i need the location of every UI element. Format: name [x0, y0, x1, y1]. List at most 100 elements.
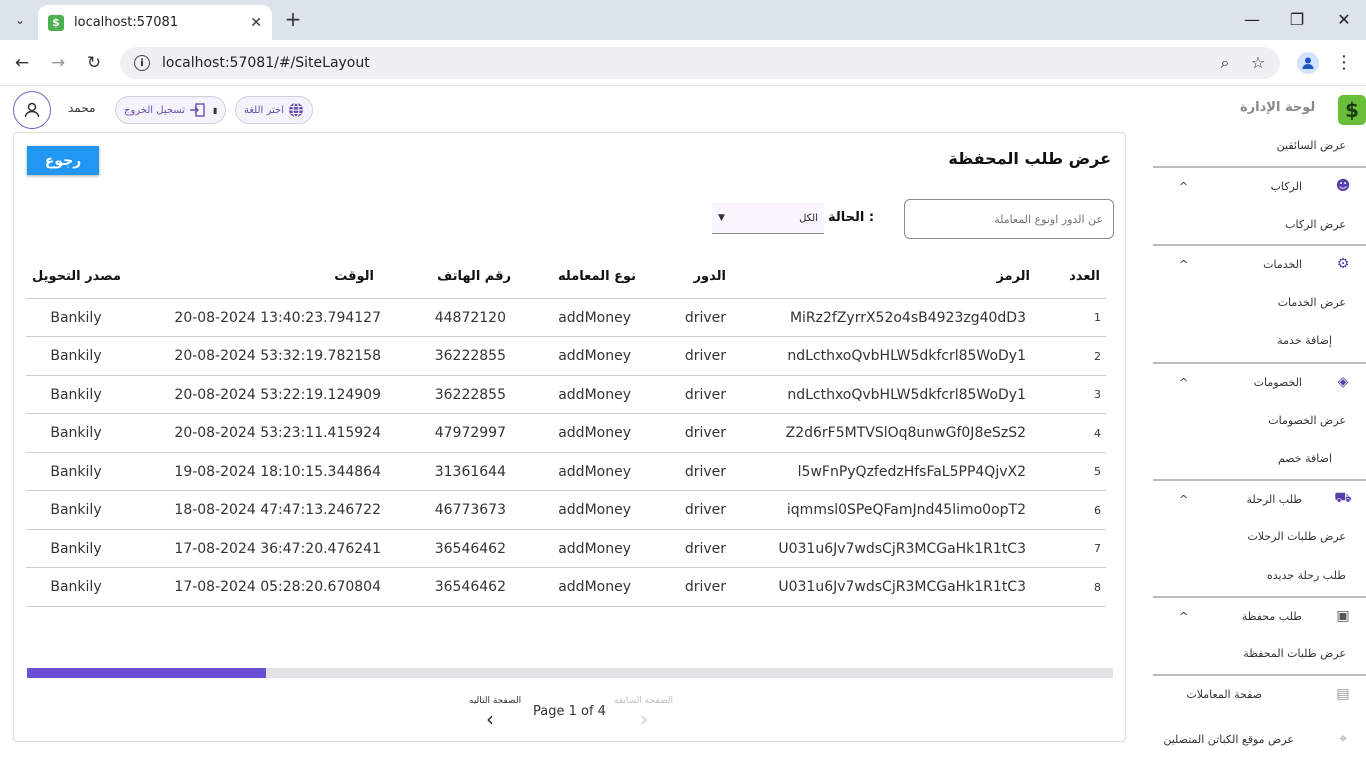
page-indicator: Page 1 of 4 [533, 704, 606, 719]
sidebar-group-discounts[interactable]: ◈ الخصومات ^ [1153, 362, 1366, 400]
col-role[interactable]: الدور [656, 255, 726, 298]
sidebar: عرض السائقين ☻ الركاب ^ عرض الركاب ⚙ الخ… [1153, 132, 1366, 768]
table-row[interactable]: Bankily 17-08-2024 05:28:20.670804 3654646… [26, 569, 1106, 607]
sidebar-group-riders[interactable]: ☻ الركاب ^ [1153, 166, 1366, 204]
brand-title: لوحة الإدارة [1240, 100, 1316, 115]
back-arrow-icon[interactable]: ← [10, 51, 34, 75]
cell-phone: 47972997 [434, 425, 506, 441]
minimize-icon[interactable]: — [1240, 8, 1264, 32]
sidebar-item-trips-view[interactable]: عرض طلبات الرحلات [1153, 530, 1366, 543]
tab-search-chevron-icon[interactable]: ⌄ [8, 8, 32, 32]
sidebar-item-discounts-view[interactable]: عرض الخصومات [1153, 414, 1366, 427]
search-input[interactable] [904, 199, 1114, 239]
logout-indicator-icon: ▮ [213, 105, 218, 115]
cell-time: 20-08-2024 53:22:19.124909 [174, 386, 381, 403]
cell-source: Bankily [50, 309, 102, 326]
browser-toolbar: ← → ↻ i localhost:57081/#/SiteLayout ⌕ ☆ [0, 40, 1366, 86]
address-bar[interactable]: i localhost:57081/#/SiteLayout ⌕ ☆ [120, 47, 1280, 79]
sidebar-item-captains-location[interactable]: ⌖ عرض موقع الكباتن المتصلين [1153, 720, 1366, 758]
sidebar-item-riders-view[interactable]: عرض الركاب [1153, 218, 1366, 231]
sidebar-item-discounts-add[interactable]: اضافة خصم [1153, 452, 1366, 465]
browser-menu-icon[interactable]: ⋮ [1334, 52, 1354, 74]
cell-code: U031u6Jv7wdsCjR3MCGaHk1R1tC3 [778, 579, 1026, 595]
sidebar-item-trips-new[interactable]: طلب رحلة جديده [1153, 569, 1366, 582]
horizontal-scrollbar[interactable] [27, 668, 1113, 678]
sidebar-group-services[interactable]: ⚙ الخدمات ^ [1153, 244, 1366, 282]
table-row[interactable]: Bankily 20-08-2024 13:40:23.794127 4487212… [26, 299, 1106, 337]
table-header: مصدر التحويل الوقت رقم الهاتف نوع المعام… [26, 255, 1106, 299]
sidebar-group-wallet[interactable]: ▣ طلب محفظة ^ [1153, 596, 1366, 634]
table-row[interactable]: Bankily 20-08-2024 53:22:19.124909 3622285… [26, 376, 1106, 414]
logout-label: تسجيل الخروج [124, 104, 186, 116]
forward-arrow-icon[interactable]: → [46, 51, 70, 75]
reload-icon[interactable]: ↻ [82, 51, 106, 75]
sidebar-item-services-view[interactable]: عرض الخدمات [1153, 296, 1366, 309]
cell-code: iqmmsl0SPeQFamJnd45limo0opT2 [786, 502, 1026, 518]
sidebar-item-transactions[interactable]: ▤ صفحة المعاملات [1153, 674, 1366, 712]
riders-icon: ☻ [1335, 178, 1351, 194]
table-row[interactable]: Bankily 17-08-2024 36:47:20.476241 3654646… [26, 530, 1106, 568]
bookmark-star-icon[interactable]: ☆ [1247, 53, 1269, 73]
services-icon: ⚙ [1336, 256, 1350, 272]
chevron-up-icon: ^ [1179, 179, 1189, 193]
sidebar-item-drivers-view[interactable]: عرض السائقين [1153, 139, 1366, 152]
sidebar-group-label: طلب الرحلة [1246, 492, 1302, 506]
page-title: عرض طلب المحفظة [948, 149, 1111, 168]
cell-role: driver [684, 386, 726, 403]
col-index[interactable]: العدد [1036, 255, 1100, 298]
col-type[interactable]: نوع المعامله [541, 255, 636, 298]
scrollbar-thumb[interactable] [27, 668, 266, 678]
url-text[interactable]: localhost:57081/#/SiteLayout [162, 55, 370, 71]
logout-button[interactable]: تسجيل الخروج ▮ [115, 96, 227, 124]
cell-index: 4 [1094, 426, 1101, 440]
cell-phone: 36222855 [434, 348, 506, 364]
cell-code: U031u6Jv7wdsCjR3MCGaHk1R1tC3 [778, 540, 1026, 557]
cell-time: 17-08-2024 05:28:20.670804 [174, 579, 381, 595]
cell-phone: 46773673 [434, 502, 506, 518]
status-select[interactable]: ▼ الكل [712, 203, 824, 234]
cell-source: Bankily [50, 579, 102, 595]
status-filter-label: الحالة : [828, 210, 875, 225]
prev-page-icon[interactable]: › [640, 707, 648, 731]
table-row[interactable]: Bankily 19-08-2024 18:10:15.344864 3136164… [26, 453, 1106, 491]
cell-index: 7 [1094, 542, 1101, 555]
profile-icon[interactable] [1297, 52, 1319, 74]
cell-role: driver [684, 579, 726, 595]
sidebar-group-label: الخصومات [1253, 375, 1302, 389]
window-close-icon[interactable]: ✕ [1332, 8, 1356, 32]
brand-logo: $ [1338, 95, 1366, 125]
table-row[interactable]: Bankily 20-08-2024 53:23:11.415924 4797299… [26, 415, 1106, 453]
table-row[interactable]: Bankily 18-08-2024 47:47:13.246722 4677367… [26, 492, 1106, 530]
cell-role: driver [684, 540, 726, 557]
language-button[interactable]: اختر اللغة [235, 96, 313, 124]
cell-index: 3 [1094, 388, 1101, 401]
cell-code: MiRz2fZyrrX52o4sB4923zg40dD3 [789, 309, 1026, 326]
cell-source: Bankily [50, 463, 102, 480]
cell-role: driver [684, 309, 726, 326]
cell-type: addMoney [558, 348, 631, 364]
table-row[interactable]: Bankily 20-08-2024 53:32:19.782158 3622285… [26, 338, 1106, 376]
cell-code: l5wFnPyQzfedzHfsFaL5PP4QjvX2 [797, 463, 1026, 480]
restore-icon[interactable]: ❐ [1285, 8, 1309, 32]
tab-close-icon[interactable]: ✕ [250, 15, 262, 31]
user-avatar-icon[interactable] [13, 91, 51, 129]
cell-time: 20-08-2024 53:32:19.782158 [174, 348, 381, 364]
col-time[interactable]: الوقت [166, 255, 374, 298]
browser-tab[interactable]: $ localhost:57081 ✕ [38, 5, 272, 40]
col-code[interactable]: الرمز [746, 255, 1030, 298]
sidebar-group-trips[interactable]: ⛟ طلب الرحلة ^ [1153, 479, 1366, 517]
back-button[interactable]: رجوع [27, 146, 99, 175]
col-source[interactable]: مصدر التحويل [26, 255, 121, 298]
chevron-up-icon: ^ [1179, 257, 1189, 271]
chevron-up-icon: ^ [1179, 609, 1189, 623]
new-tab-icon[interactable]: + [282, 8, 304, 30]
cell-source: Bankily [50, 540, 102, 557]
user-name: محمد [68, 101, 96, 115]
zoom-icon[interactable]: ⌕ [1214, 53, 1236, 73]
sidebar-item-wallet-view[interactable]: عرض طلبات المحفظة [1153, 647, 1366, 660]
site-info-icon[interactable]: i [134, 55, 150, 71]
cell-code: Z2d6rF5MTVSlOq8unwGf0J8eSzS2 [785, 425, 1026, 441]
next-page-icon[interactable]: ‹ [486, 707, 494, 731]
sidebar-item-services-add[interactable]: إضافة خدمة [1153, 334, 1366, 347]
col-phone[interactable]: رقم الهاتف [416, 255, 511, 298]
